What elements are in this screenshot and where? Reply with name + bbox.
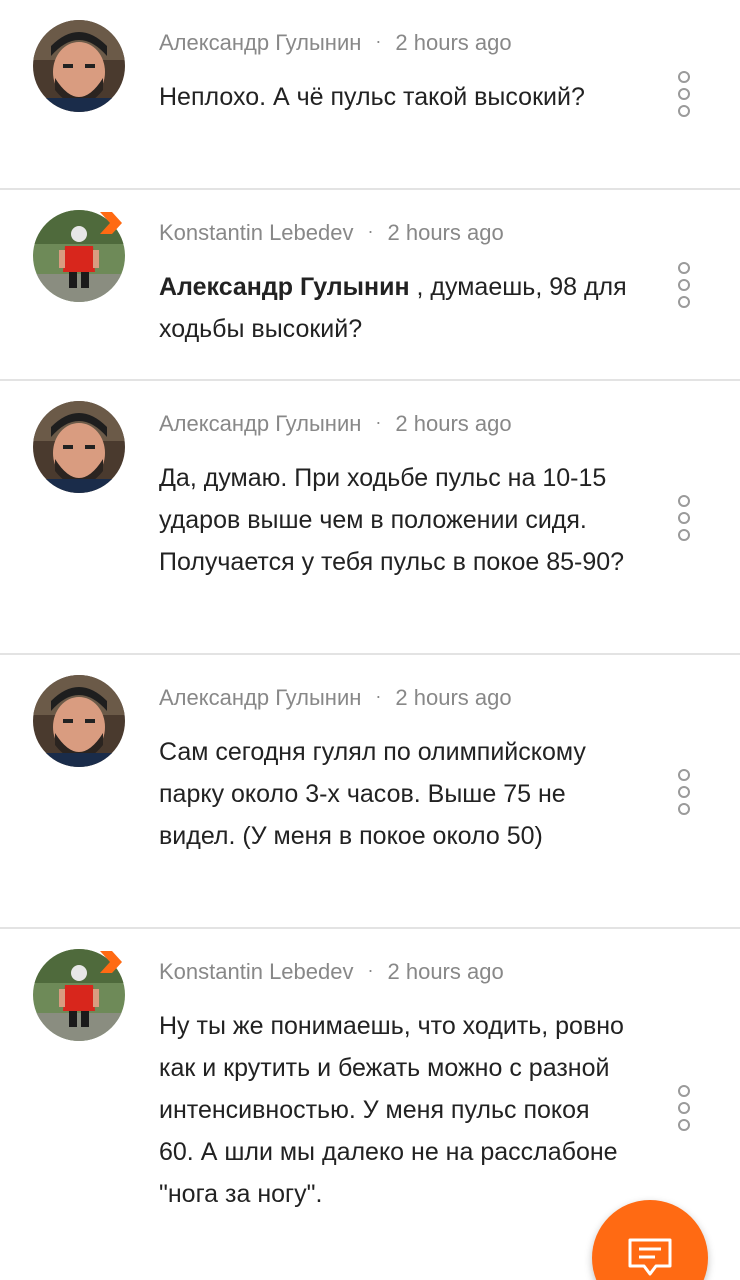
more-options-icon[interactable] [678, 71, 690, 117]
more-options-icon[interactable] [678, 262, 690, 308]
comment-body: Неплохо. А чё пульс такой высокий? [159, 83, 585, 111]
author-name[interactable]: Konstantin Lebedev [159, 220, 354, 245]
bearded-man-avatar-icon [33, 20, 125, 112]
timestamp: 2 hours ago [395, 411, 512, 436]
author-name[interactable]: Александр Гулынин [159, 30, 361, 55]
comment-text: Александр Гулынин , думаешь, 98 для ходь… [159, 266, 629, 350]
comment-body: Ну ты же понимаешь, что ходить, ровно ка… [159, 1012, 624, 1208]
separator-dot: · [375, 412, 382, 432]
more-options-icon[interactable] [678, 495, 690, 541]
separator-dot: · [375, 31, 382, 51]
separator-dot: · [367, 960, 374, 980]
comment-item: Александр Гулынин · 2 hours ago Сам сегодн… [0, 655, 740, 929]
comment-meta: Александр Гулынин · 2 hours ago [159, 30, 512, 56]
separator-dot: · [367, 221, 374, 241]
comment-meta: Александр Гулынин · 2 hours ago [159, 685, 512, 711]
comment-text: Сам сегодня гулял по олимпийскому парку … [159, 731, 629, 857]
author-name[interactable]: Александр Гулынин [159, 411, 361, 436]
separator-dot: · [375, 686, 382, 706]
bearded-man-avatar-icon [33, 401, 125, 493]
comment-item: Александр Гулынин · 2 hours ago Да, думаю.… [0, 381, 740, 655]
comment-meta: Konstantin Lebedev · 2 hours ago [159, 220, 504, 246]
comment-item: Александр Гулынин · 2 hours ago Неплохо. А… [0, 0, 740, 190]
timestamp: 2 hours ago [395, 30, 512, 55]
comment-text: Ну ты же понимаешь, что ходить, ровно ка… [159, 1005, 629, 1215]
timestamp: 2 hours ago [387, 959, 504, 984]
comment-feed: Александр Гулынин · 2 hours ago Неплохо. А… [0, 0, 740, 1280]
timestamp: 2 hours ago [395, 685, 512, 710]
rank-badge-icon [100, 212, 122, 234]
mention-link[interactable]: Александр Гулынин [159, 273, 410, 301]
comment-body: Сам сегодня гулял по олимпийскому парку … [159, 738, 586, 850]
bearded-man-avatar-icon [33, 675, 125, 767]
avatar[interactable] [33, 675, 125, 767]
more-options-icon[interactable] [678, 769, 690, 815]
comment-body: Да, думаю. При ходьбе пульс на 10-15 уда… [159, 464, 625, 576]
timestamp: 2 hours ago [387, 220, 504, 245]
comment-meta: Александр Гулынин · 2 hours ago [159, 411, 512, 437]
comment-item: Konstantin Lebedev · 2 hours ago Александр… [0, 190, 740, 381]
comment-meta: Konstantin Lebedev · 2 hours ago [159, 959, 504, 985]
comment-text: Неплохо. А чё пульс такой высокий? [159, 76, 629, 118]
comment-text: Да, думаю. При ходьбе пульс на 10-15 уда… [159, 457, 629, 583]
avatar[interactable] [33, 401, 125, 493]
author-name[interactable]: Konstantin Lebedev [159, 959, 354, 984]
rank-badge-icon [100, 951, 122, 973]
comment-icon [628, 1238, 672, 1276]
author-name[interactable]: Александр Гулынин [159, 685, 361, 710]
avatar[interactable] [33, 20, 125, 112]
more-options-icon[interactable] [678, 1085, 690, 1131]
